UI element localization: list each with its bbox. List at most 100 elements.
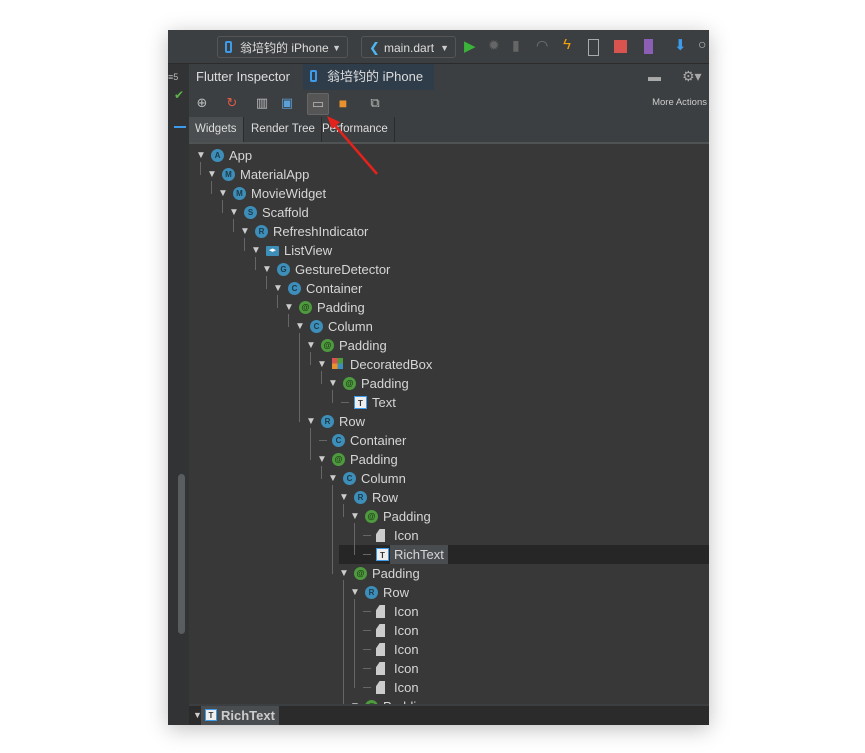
tree-node[interactable]: T Text [189, 393, 709, 412]
tab-widgets[interactable]: Widgets [189, 117, 244, 142]
file-icon [376, 605, 385, 618]
tree-node[interactable]: ▼ G GestureDetector [189, 260, 709, 279]
device-name: 翁培钧的 iPhone [240, 41, 329, 55]
tree-node[interactable]: Icon [189, 678, 709, 697]
details-label: RichText [221, 708, 275, 723]
tree-node[interactable]: T RichText [339, 545, 709, 564]
tree-node[interactable]: ▼@Padding [189, 374, 709, 393]
widget-c-icon: C [288, 282, 301, 295]
tree-node[interactable]: ▼ ◂▸ ListView [189, 241, 709, 260]
tree-node[interactable]: ▼@Padding [189, 298, 709, 317]
tree-guide-line [255, 257, 256, 270]
tree-guide-line [222, 200, 223, 213]
file-icon [376, 529, 385, 542]
tab-render-tree[interactable]: Render Tree [245, 117, 322, 142]
tree-connector [319, 440, 327, 441]
tree-node[interactable]: ▼ R RefreshIndicator [189, 222, 709, 241]
tree-node[interactable]: ▼ R Row [189, 412, 709, 431]
run-icon[interactable]: ▶ [464, 37, 478, 55]
tab-device[interactable]: 翁培钧的 iPhone [303, 64, 434, 90]
file-icon [376, 681, 385, 694]
tree-node[interactable]: ▼ A App [189, 146, 709, 165]
tree-node[interactable]: C Container [189, 431, 709, 450]
refresh-icon[interactable]: ↻ [222, 93, 242, 113]
performance-overlay-icon[interactable]: ▥ [252, 93, 272, 113]
details-node[interactable]: T RichText [201, 706, 279, 725]
tree-node-label: Icon [394, 528, 419, 543]
run-config-selector[interactable]: ❮ main.dart ▼ [361, 36, 456, 58]
tree-node[interactable]: ▼ DecoratedBox [189, 355, 709, 374]
debug-paint-icon[interactable]: ▣ [277, 93, 297, 113]
tree-node[interactable]: Icon [189, 659, 709, 678]
phone-icon [225, 41, 232, 53]
widget-m-icon: M [222, 168, 235, 181]
tree-node[interactable]: ▼@Padding [189, 450, 709, 469]
text-widget-icon: T [354, 396, 367, 409]
tree-connector [363, 554, 371, 555]
expand-arrow[interactable]: ▼ [350, 697, 360, 704]
file-icon [376, 662, 385, 675]
text-widget-icon: T [205, 709, 217, 721]
search-icon[interactable]: ○ [698, 36, 709, 52]
tree-node[interactable]: ▼ R Row [189, 488, 709, 507]
tree-node[interactable]: ▼ C Column [189, 317, 709, 336]
tree-node[interactable]: Icon [189, 602, 709, 621]
widget-c-icon: C [343, 472, 356, 485]
tree-guide-line [310, 352, 311, 365]
hot-reload-icon[interactable]: ϟ [563, 36, 577, 53]
tree-node[interactable]: ▼ C Container [189, 279, 709, 298]
tree-guide-line [299, 333, 300, 422]
tree-node[interactable]: Icon [189, 640, 709, 659]
tree-node[interactable]: ▼ M MovieWidget [189, 184, 709, 203]
avd-manager-icon[interactable] [644, 39, 653, 54]
tree-node[interactable]: ▼ R Row [189, 583, 709, 602]
gear-icon[interactable]: ⚙▾ [682, 68, 702, 85]
widget-g-icon: G [277, 263, 290, 276]
structure-badge[interactable]: ≡5 [168, 72, 178, 82]
tree-node[interactable]: ▼@Padding [189, 336, 709, 355]
more-actions-button[interactable]: More Actions [652, 97, 707, 108]
scrollbar[interactable] [178, 474, 185, 634]
sdk-download-icon[interactable]: ⬇ [674, 36, 688, 54]
tree-node[interactable]: ▼@Padding [189, 564, 709, 583]
device-file-icon[interactable] [588, 39, 599, 56]
widget-s-icon: S [244, 206, 257, 219]
select-widget-icon[interactable]: ⊕ [192, 93, 212, 113]
debug-icon[interactable]: ✹ [488, 37, 502, 53]
widget-m-icon: M [233, 187, 246, 200]
gauge-icon[interactable]: ◠ [536, 37, 550, 53]
tree-node-label: Row [339, 414, 366, 429]
tree-node-label: ListView [284, 243, 333, 258]
tree-node[interactable]: Icon [189, 621, 709, 640]
tree-guide-line [277, 295, 278, 308]
padding-icon: @ [365, 700, 378, 704]
repaint-rainbow-icon[interactable]: ■ [333, 93, 353, 113]
comment-icon[interactable]: ▬ [648, 69, 661, 84]
device-tab-label: 翁培钧的 iPhone [327, 69, 424, 84]
device-selector[interactable]: 翁培钧的 iPhone ▼ [217, 36, 348, 58]
main-toolbar: 翁培钧的 iPhone ▼ ❮ main.dart ▼ ▶ ✹ ▮ ◠ ϟ ⬇ … [168, 30, 709, 64]
tree-node-label: Scaffold [262, 205, 309, 220]
tree-connector [363, 687, 371, 688]
tab-performance[interactable]: Performance [316, 117, 395, 142]
tree-node[interactable]: ▼ C Column [189, 469, 709, 488]
tab-flutter-inspector[interactable]: Flutter Inspector [189, 64, 297, 90]
tree-node[interactable]: ▼ M MaterialApp [189, 165, 709, 184]
tree-node[interactable]: ▼@Padding [189, 507, 709, 526]
tree-node-label: Icon [394, 604, 419, 619]
ide-window: 翁培钧的 iPhone ▼ ❮ main.dart ▼ ▶ ✹ ▮ ◠ ϟ ⬇ … [168, 30, 709, 725]
listview-icon: ◂▸ [266, 246, 279, 256]
tree-node-label: Column [361, 471, 406, 486]
stop-icon[interactable] [614, 40, 627, 53]
file-icon [376, 643, 385, 656]
baseline-icon[interactable]: ▭ [307, 93, 329, 115]
profile-icon[interactable]: ▮ [512, 37, 526, 53]
tree-node[interactable]: ▼@Padding [189, 697, 709, 704]
tree-node-label: Padding [317, 300, 365, 315]
left-gutter: ≡5 ✔ [168, 64, 189, 725]
tree-node[interactable]: Icon [189, 526, 709, 545]
tree-node[interactable]: ▼ S Scaffold [189, 203, 709, 222]
tree-node-label: MaterialApp [240, 167, 310, 182]
widget-r-icon: R [321, 415, 334, 428]
slow-animation-icon[interactable]: ⧉ [365, 93, 385, 113]
